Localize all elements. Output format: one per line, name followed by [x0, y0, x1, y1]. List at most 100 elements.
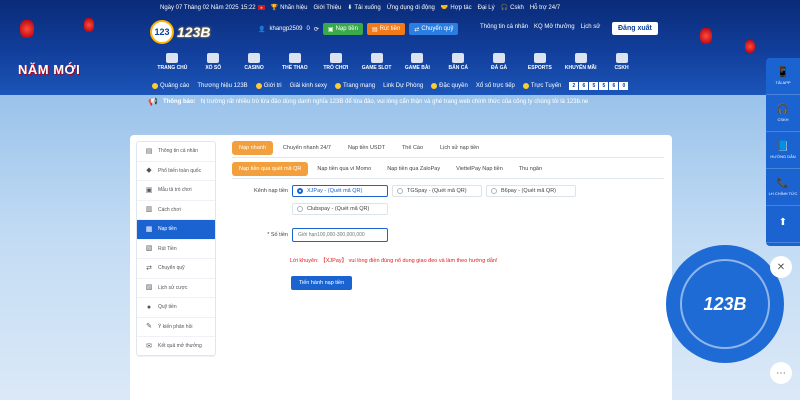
transfer-label: Chuyển quỹ [421, 26, 454, 32]
account-sidebar: ▤ Thông tin cá nhân ◆ Phổ biến toàn quốc ▣ Mẫ… [136, 141, 216, 357]
nav-item[interactable]: KHUYẾN MÃI [560, 50, 601, 74]
subnav-privilege[interactable]: Đặc quyền [431, 82, 468, 89]
subnav-entertain[interactable]: Giới tri [255, 82, 282, 89]
withdraw-button[interactable]: ▤ Rút tiền [366, 23, 406, 35]
agent-link[interactable]: Đại Lý [478, 5, 495, 11]
side-rail-label: HƯỚNG DẪN [770, 153, 796, 159]
transfer-button[interactable]: ⇄ Chuyển quỹ [409, 23, 459, 35]
tab[interactable]: Nạp tiền USDT [341, 141, 392, 155]
subnav-sexy[interactable]: Giải kinh sexy [290, 83, 327, 89]
channel-option-clubspay[interactable]: Clubspay - (Quét mã QR) [292, 203, 388, 215]
channel-option-xjpay[interactable]: XJPay - (Quét mã QR) [292, 185, 388, 197]
profile-link[interactable]: Thông tin cá nhân [480, 24, 528, 30]
slot-icon [370, 53, 383, 63]
sidebar-item[interactable]: ✎ Ý kiến phản hồi [137, 318, 215, 337]
more-icon[interactable]: ⋯ [770, 362, 792, 384]
radio-icon [491, 188, 497, 194]
sidebar-item[interactable]: ▣ Mẫu tả trò chơi [137, 181, 215, 201]
withdraw-label: Rút tiền [379, 26, 401, 32]
site-logo[interactable]: 123 123B [150, 20, 245, 44]
channel-option-b6pay[interactable]: B6pay - (Quét mã QR) [486, 185, 576, 197]
side-rail-item[interactable]: ⬆ [766, 206, 800, 243]
subnav-label: Trang mạng [342, 82, 376, 89]
tab[interactable]: ViettelPay Nạp tiền [449, 162, 510, 176]
support-247-link[interactable]: Hỗ trợ 24/7 [530, 5, 560, 11]
subnav-social[interactable]: Trang mạng [334, 82, 376, 89]
about-link[interactable]: Giới Thiệu [313, 5, 341, 11]
sidebar-item[interactable]: ⇄ Chuyển quỹ [137, 259, 215, 279]
mobile-app-link[interactable]: Ứng dụng di động [387, 5, 435, 11]
results-link[interactable]: KQ Mở thưởng [534, 24, 575, 30]
subnav-live-lottery[interactable]: Xổ số trực tiếp [476, 83, 515, 89]
tab[interactable]: Thẻ Cào [395, 141, 430, 155]
tab[interactable]: Nạp nhanh [232, 141, 273, 155]
call-icon: 📞 [776, 177, 790, 189]
amount-input[interactable] [292, 228, 388, 242]
warning-message: 【XJPay】 vui lòng điền đúng nổ dung giao … [320, 258, 498, 264]
nav-label: CASINO [244, 65, 264, 71]
side-rail-item[interactable]: 📞 LH CHÍNH TỨC [766, 169, 800, 206]
subnav-brand[interactable]: Thương hiệu 123B [197, 83, 247, 89]
casino-icon [248, 53, 261, 63]
support-link[interactable]: 🎧 Cskh [501, 4, 524, 12]
side-rail-label: CSKH [777, 116, 789, 122]
nav-item[interactable]: CASINO [234, 50, 275, 74]
sidebar-item[interactable]: ● Quỹ tiền [137, 298, 215, 318]
side-rail-item[interactable]: 📘 HƯỚNG DẪN [766, 132, 800, 169]
tab[interactable]: Nạp tiền qua ví Momo [310, 162, 378, 176]
nav-item[interactable]: BẮN CÁ [438, 50, 479, 74]
history-link[interactable]: Lịch sử [581, 24, 601, 30]
tab[interactable]: Nạp tiền qua ZaloPay [380, 162, 447, 176]
sidebar-item[interactable]: ✉ Kết quả mở thưởng [137, 337, 215, 357]
logo-text: 123B [177, 24, 211, 40]
partner-link[interactable]: 🤝 Hợp tác [441, 4, 472, 12]
site-header: Ngày 07 Tháng 02 Năm 2025 15:22 🏆Nhãn hi… [0, 0, 800, 95]
subnav-ads[interactable]: Quảng cáo [152, 82, 189, 89]
tab[interactable]: Nạp tiền qua quét mã QR [232, 162, 309, 176]
sidebar-item-label: Rút Tiền [158, 245, 177, 252]
nav-item[interactable]: TRÒ CHƠI [315, 50, 356, 74]
nav-item[interactable]: XỔ SỐ [193, 50, 234, 74]
tab[interactable]: Thu ngân [512, 162, 549, 176]
subnav-backup-link[interactable]: Link Dự Phòng [383, 83, 423, 89]
wallet-icon: ▣ [327, 26, 334, 33]
sidebar-item[interactable]: ▤ Thông tin cá nhân [137, 142, 215, 162]
logout-button[interactable]: Đăng xuất [612, 22, 658, 35]
lantern-decoration [745, 40, 755, 53]
nav-item[interactable]: ĐÁ GÀ [479, 50, 520, 74]
deposit-button[interactable]: ▣ Nạp tiền [322, 23, 363, 35]
nav-item[interactable]: TRANG CHỦ [152, 50, 193, 74]
refresh-icon[interactable]: ⟳ [314, 26, 319, 33]
close-icon[interactable]: ✕ [770, 256, 792, 278]
nav-item[interactable]: CSKH [601, 50, 642, 74]
nav-item[interactable]: THỂ THAO [274, 50, 315, 74]
sidebar-item[interactable]: ▧ Rút Tiền [137, 240, 215, 259]
nav-item[interactable]: GAME BÀI [397, 50, 438, 74]
download-link[interactable]: ⬇ Tải xuống [347, 4, 380, 12]
channel-option-tgspay[interactable]: TGSpay - (Quét mã QR) [392, 185, 482, 197]
withdraw-icon: ▧ [145, 245, 153, 253]
book-icon: ▥ [145, 206, 153, 214]
vietnam-flag-icon[interactable] [257, 5, 265, 10]
deposit-label: Nạp tiền [335, 26, 358, 32]
megaphone-icon [152, 82, 158, 89]
id-card-icon: ▤ [145, 147, 153, 155]
tab[interactable]: Chuyển nhanh 24/7 [276, 141, 338, 155]
link-label: Ứng dụng di động [386, 4, 435, 11]
tab[interactable]: Lịch sử nạp tiền [433, 141, 486, 155]
brand-badge[interactable]: 123B [666, 245, 784, 363]
brand-link[interactable]: 🏆 Nhãn hiệu [271, 4, 308, 12]
nav-item[interactable]: GAME SLOT [356, 50, 397, 74]
sidebar-item[interactable]: ▨ Lịch sử cược [137, 279, 215, 298]
brand-badge-text: 123B [680, 259, 770, 349]
submit-deposit-button[interactable]: Tiến hành nạp tiền [291, 276, 352, 290]
new-year-banner-text: NĂM MỚI [18, 62, 81, 77]
side-rail-item[interactable]: 📱 TẢI APP [766, 58, 800, 95]
sidebar-item[interactable]: ▥ Cách chơi [137, 201, 215, 220]
sidebar-item[interactable]: ▦ Nạp tiền [137, 220, 215, 240]
option-label: B6pay - (Quét mã QR) [501, 188, 557, 194]
side-rail-item[interactable]: 🎧 CSKH [766, 95, 800, 132]
sidebar-item[interactable]: ◆ Phổ biến toàn quốc [137, 162, 215, 181]
counter-digit: 0 [619, 81, 629, 90]
nav-item[interactable]: ESPORTS [519, 50, 560, 74]
